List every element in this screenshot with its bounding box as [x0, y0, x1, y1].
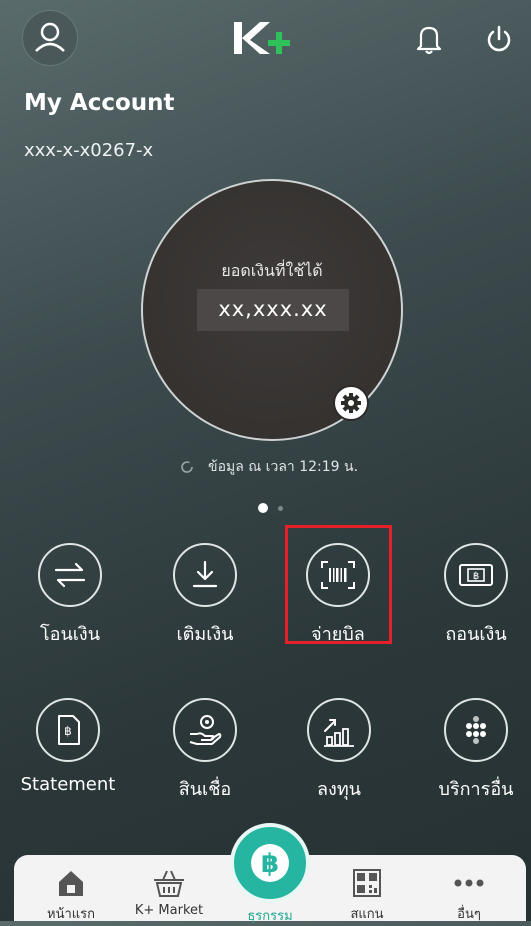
menu-label: สินเชื่อ: [178, 779, 232, 800]
svg-text:฿: ฿: [64, 724, 72, 738]
update-timestamp[interactable]: ข้อมูล ณ เวลา 12:19 น.: [180, 456, 358, 478]
menu-more-services[interactable]: บริการอื่น: [416, 698, 531, 803]
logout-button[interactable]: [484, 22, 514, 56]
menu-label: บริการอื่น: [438, 779, 514, 800]
nav-transactions-label: ธุรกรรม: [247, 909, 293, 924]
more-services-icon: [444, 698, 508, 762]
nav-more[interactable]: อื่นๆ: [424, 855, 514, 924]
loan-icon: [173, 698, 237, 762]
menu-transfer[interactable]: โอนเงิน: [10, 543, 130, 648]
nav-label: K+ Market: [134, 903, 204, 918]
withdraw-icon: ฿: [444, 543, 508, 607]
basket-icon: [151, 865, 187, 901]
menu-label: ลงทุน: [317, 779, 361, 800]
menu-label: โอนเงิน: [39, 624, 101, 645]
power-icon: [487, 25, 511, 52]
nav-home[interactable]: หน้าแรก: [26, 855, 116, 924]
nav-transactions[interactable]: ฿: [230, 823, 310, 903]
qr-icon: [349, 865, 385, 901]
user-icon: [35, 22, 65, 52]
more-icon: [451, 865, 487, 901]
topup-icon: [173, 543, 237, 607]
home-icon: [53, 865, 89, 901]
svg-text:฿: ฿: [473, 571, 479, 582]
menu-withdraw[interactable]: ฿ ถอนเงิน: [416, 543, 531, 648]
balance-value: xx,xxx.xx: [218, 297, 328, 321]
menu-statement[interactable]: ฿ Statement: [8, 698, 128, 795]
gear-icon: [341, 393, 361, 413]
transfer-icon: [38, 543, 102, 607]
nav-scan[interactable]: สแกน: [322, 855, 412, 924]
bottom-nav: หน้าแรก K+ Market ฿ ธุรกรรม สแกน อื่นๆ: [14, 823, 526, 924]
refresh-icon: [181, 461, 193, 473]
profile-button[interactable]: [22, 10, 78, 66]
highlight-box: [285, 525, 392, 644]
menu-label: ถอนเงิน: [445, 624, 507, 645]
account-number: xxx-x-x0267-x: [24, 140, 154, 161]
invest-icon: [307, 698, 371, 762]
page-dot-active[interactable]: [258, 503, 268, 513]
statement-icon: ฿: [36, 698, 100, 762]
nav-kplus-market[interactable]: K+ Market: [124, 855, 214, 918]
balance-label: ยอดเงินที่ใช้ได้: [221, 261, 323, 280]
bell-icon: [416, 26, 442, 55]
kplus-logo: [232, 18, 292, 60]
account-title[interactable]: My Account: [24, 90, 175, 116]
svg-text:฿: ฿: [261, 849, 279, 879]
notification-button[interactable]: [414, 22, 444, 56]
update-text: ข้อมูล ณ เวลา 12:19 น.: [208, 459, 359, 475]
top-bar: [0, 0, 531, 80]
balance-settings-button[interactable]: [333, 385, 369, 421]
menu-loan[interactable]: สินเชื่อ: [145, 698, 265, 803]
menu-label: Statement: [20, 774, 116, 795]
page-indicator: [258, 503, 283, 513]
baht-icon: ฿: [251, 844, 289, 882]
balance-value-box: xx,xxx.xx: [197, 289, 349, 331]
page-dot[interactable]: [278, 505, 283, 511]
menu-topup[interactable]: เติมเงิน: [145, 543, 265, 648]
menu-invest[interactable]: ลงทุน: [279, 698, 399, 803]
menu-label: เติมเงิน: [176, 624, 234, 645]
balance-panel[interactable]: ยอดเงินที่ใช้ได้ xx,xxx.xx: [141, 179, 403, 441]
